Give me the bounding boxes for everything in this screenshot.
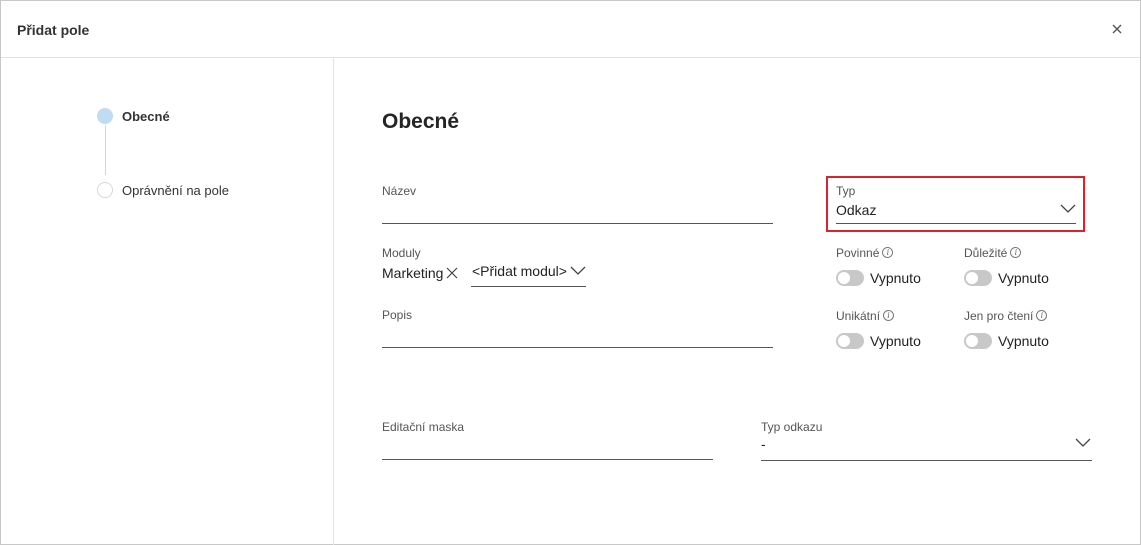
unikatni-label: Unikátní i (836, 309, 895, 323)
step-inactive-dot-icon (97, 182, 113, 198)
typ-odkazu-select[interactable] (761, 460, 1092, 461)
jen-pro-cteni-toggle-row: Vypnuto (964, 333, 1049, 349)
nazev-input[interactable] (382, 223, 773, 224)
chevron-down-icon[interactable] (1075, 438, 1091, 448)
step-label: Oprávnění na pole (122, 182, 229, 198)
jen-pro-cteni-state: Vypnuto (998, 333, 1049, 349)
povinne-state: Vypnuto (870, 270, 921, 286)
section-title: Obecné (382, 110, 460, 133)
jen-pro-cteni-label: Jen pro čtení i (964, 309, 1048, 323)
add-field-dialog: Přidat pole Obecné Oprávnění na pole Obe… (0, 0, 1141, 545)
add-module-label: <Přidat modul> (472, 263, 567, 279)
jen-pro-cteni-toggle[interactable] (964, 333, 992, 349)
typ-highlight-box (826, 176, 1085, 232)
module-chip: Marketing (382, 265, 458, 281)
dialog-header: Přidat pole (1, 1, 1140, 58)
dulezite-toggle[interactable] (964, 270, 992, 286)
info-icon[interactable]: i (882, 247, 894, 258)
editacni-maska-label: Editační maska (382, 420, 465, 434)
step-active-dot-icon (97, 108, 113, 124)
popis-label: Popis (382, 308, 413, 322)
dulezite-toggle-row: Vypnuto (964, 270, 1049, 286)
steps-panel (1, 58, 334, 545)
dialog-title: Přidat pole (17, 22, 90, 38)
step-opravneni-na-pole[interactable]: Oprávnění na pole (97, 181, 229, 199)
unikatni-toggle[interactable] (836, 333, 864, 349)
info-icon[interactable]: i (883, 310, 895, 321)
nazev-label: Název (382, 184, 417, 198)
typ-odkazu-label: Typ odkazu (761, 420, 823, 434)
step-label: Obecné (122, 108, 170, 124)
unikatni-toggle-row: Vypnuto (836, 333, 921, 349)
editacni-maska-input[interactable] (382, 459, 713, 460)
moduly-label: Moduly (382, 246, 421, 260)
info-icon[interactable]: i (1036, 310, 1048, 321)
chevron-down-icon (570, 266, 586, 275)
dulezite-label: Důležité i (964, 246, 1022, 260)
step-connector (105, 125, 106, 175)
info-icon[interactable]: i (1010, 247, 1022, 258)
unikatni-state: Vypnuto (870, 333, 921, 349)
typ-odkazu-value: - (761, 436, 766, 452)
povinne-toggle[interactable] (836, 270, 864, 286)
step-obecne[interactable]: Obecné (97, 107, 170, 125)
remove-chip-icon[interactable] (446, 267, 458, 279)
povinne-toggle-row: Vypnuto (836, 270, 921, 286)
module-chip-label: Marketing (382, 265, 444, 281)
dulezite-state: Vypnuto (998, 270, 1049, 286)
add-module-select[interactable]: <Přidat modul> (471, 263, 586, 287)
povinne-label: Povinné i (836, 246, 894, 260)
content-panel: Obecné (335, 58, 1140, 545)
close-icon[interactable] (1109, 21, 1125, 37)
popis-input[interactable] (382, 347, 773, 348)
